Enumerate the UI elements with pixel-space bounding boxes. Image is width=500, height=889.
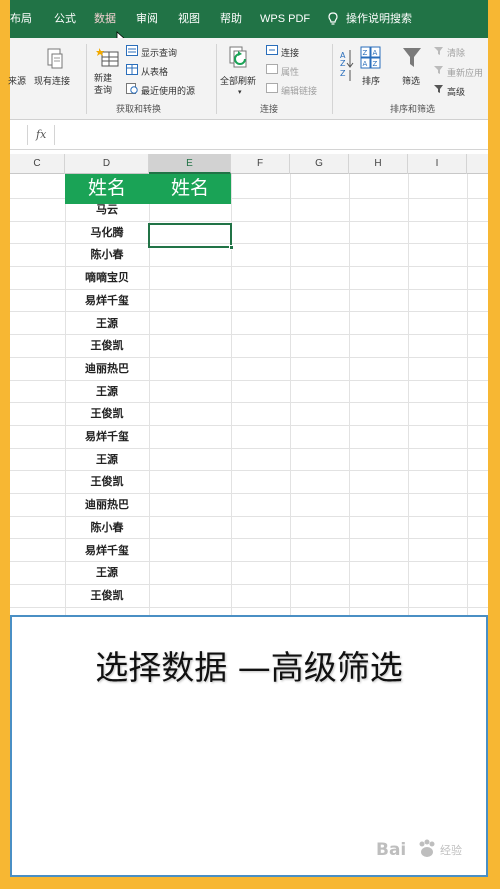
connections-button[interactable]: 连接 — [281, 46, 299, 59]
ribbon-data: 来源 现有连接 新建 查询 显示查询 从表格 最近使用的源 获取和转换 全部刷新… — [8, 38, 488, 120]
worksheet-grid[interactable]: C D E F G H I 姓名 姓名 马云 马化腾 陈小春 嘀嘀宝贝 易烊千玺 王源 王俊… — [10, 150, 488, 615]
name-cell[interactable]: 易烊千玺 — [65, 426, 149, 449]
group-label-connections: 连接 — [260, 104, 279, 114]
name-cell[interactable]: 王俊凯 — [65, 585, 149, 608]
connections-icon — [266, 45, 278, 55]
name-cell[interactable]: 嘀嘀宝贝 — [65, 267, 149, 290]
name-cell[interactable]: 易烊千玺 — [65, 540, 149, 563]
refresh-all-button[interactable]: 全部刷新 — [220, 74, 256, 87]
baidu-watermark: Bai 经验 — [376, 834, 486, 866]
name-cell[interactable]: 王俊凯 — [65, 403, 149, 426]
column-header-d[interactable]: D — [65, 154, 149, 174]
name-cell[interactable]: 王源 — [65, 313, 149, 336]
refresh-dropdown-icon[interactable]: ▾ — [238, 88, 242, 96]
name-cell[interactable]: 易烊千玺 — [65, 290, 149, 313]
name-cell[interactable]: 迪丽热巴 — [65, 358, 149, 381]
svg-text:Z: Z — [340, 59, 346, 68]
header-cell-e[interactable]: 姓名 — [149, 174, 231, 204]
watermark-brand: Bai — [376, 840, 407, 860]
column-header-bar: C D E F G H I — [10, 154, 488, 174]
show-queries-button[interactable]: 显示查询 — [141, 46, 177, 59]
formula-bar: fx — [10, 120, 488, 150]
sort-az-icon[interactable]: A Z Z — [340, 48, 354, 82]
reapply-filter-button[interactable]: 重新应用 — [447, 66, 483, 79]
tab-layout[interactable]: 布局 — [10, 0, 32, 38]
name-cell[interactable]: 王源 — [65, 381, 149, 404]
tab-view[interactable]: 视图 — [178, 0, 200, 38]
refresh-all-icon — [229, 46, 247, 68]
existing-connections-icon — [47, 48, 63, 69]
screenshot-frame: 布局 公式 数据 审阅 视图 帮助 WPS PDF 操作说明搜索 来源 现有连接 — [8, 0, 488, 889]
advanced-filter-icon — [434, 85, 443, 93]
sort-button[interactable]: 排序 — [362, 74, 380, 87]
tab-data[interactable]: 数据 — [90, 0, 120, 38]
formula-input[interactable] — [54, 125, 488, 145]
svg-text:Z: Z — [363, 49, 368, 57]
name-cell[interactable]: 王源 — [65, 562, 149, 585]
group-label-get-transform: 获取和转换 — [116, 104, 162, 114]
clear-filter-button[interactable]: 清除 — [447, 46, 465, 59]
paw-icon — [419, 839, 435, 857]
column-header-h[interactable]: H — [349, 154, 408, 174]
name-cell[interactable]: 王俊凯 — [65, 335, 149, 358]
show-queries-icon — [126, 45, 138, 56]
clear-filter-icon — [434, 47, 443, 55]
tab-review[interactable]: 审阅 — [136, 0, 158, 38]
column-header-g[interactable]: G — [290, 154, 349, 174]
edit-links-button[interactable]: 编辑链接 — [281, 84, 317, 97]
tell-me-search[interactable]: 操作说明搜索 — [346, 0, 412, 38]
tab-wps-pdf[interactable]: WPS PDF — [260, 0, 310, 38]
name-box[interactable] — [10, 125, 28, 145]
new-query-icon — [96, 48, 119, 67]
name-cell[interactable]: 王俊凯 — [65, 471, 149, 494]
from-source-button[interactable]: 来源 — [8, 74, 26, 87]
recent-sources-icon — [126, 83, 138, 94]
insert-function-icon[interactable]: fx — [36, 128, 46, 141]
properties-icon — [266, 64, 278, 74]
name-cell[interactable]: 马云 — [65, 199, 149, 222]
group-separator — [86, 44, 87, 114]
reapply-filter-icon — [434, 66, 443, 74]
lightbulb-icon — [328, 12, 338, 25]
from-table-button[interactable]: 从表格 — [141, 65, 168, 78]
active-cell-e2[interactable] — [148, 223, 232, 248]
svg-text:Z: Z — [340, 69, 346, 78]
existing-connections-button[interactable]: 现有连接 — [34, 74, 70, 87]
tab-formulas[interactable]: 公式 — [54, 0, 76, 38]
ribbon-tab-bar: 布局 公式 数据 审阅 视图 帮助 WPS PDF 操作说明搜索 — [10, 0, 488, 47]
name-cell[interactable]: 迪丽热巴 — [65, 494, 149, 517]
name-cell[interactable]: 马化腾 — [65, 222, 149, 245]
filter-button[interactable]: 筛选 — [402, 74, 420, 87]
properties-button[interactable]: 属性 — [281, 65, 299, 78]
svg-text:A: A — [363, 60, 368, 68]
name-cell[interactable]: 陈小春 — [65, 244, 149, 267]
new-query-button[interactable]: 新建 查询 — [94, 72, 112, 96]
tab-help[interactable]: 帮助 — [220, 0, 242, 38]
group-label-sort-filter: 排序和筛选 — [390, 104, 436, 114]
column-header-c[interactable]: C — [10, 154, 65, 174]
advanced-filter-button[interactable]: 高级 — [447, 85, 465, 98]
name-cell[interactable]: 陈小春 — [65, 517, 149, 540]
edit-links-icon — [266, 83, 278, 93]
sort-icon: Z A A Z — [360, 46, 381, 69]
recent-sources-button[interactable]: 最近使用的源 — [141, 84, 195, 97]
group-separator — [332, 44, 333, 114]
svg-text:A: A — [373, 49, 378, 57]
column-header-f[interactable]: F — [231, 154, 290, 174]
name-cell[interactable]: 王源 — [65, 449, 149, 472]
caption-text: 选择数据 —高级筛选 — [95, 648, 403, 687]
filter-funnel-icon — [403, 48, 421, 67]
group-separator — [216, 44, 217, 114]
column-header-i[interactable]: I — [408, 154, 467, 174]
from-table-icon — [126, 64, 138, 75]
svg-text:Z: Z — [373, 60, 378, 68]
fill-handle[interactable] — [229, 245, 234, 250]
watermark-sub: 经验 — [440, 845, 462, 857]
column-header-e[interactable]: E — [149, 154, 231, 174]
